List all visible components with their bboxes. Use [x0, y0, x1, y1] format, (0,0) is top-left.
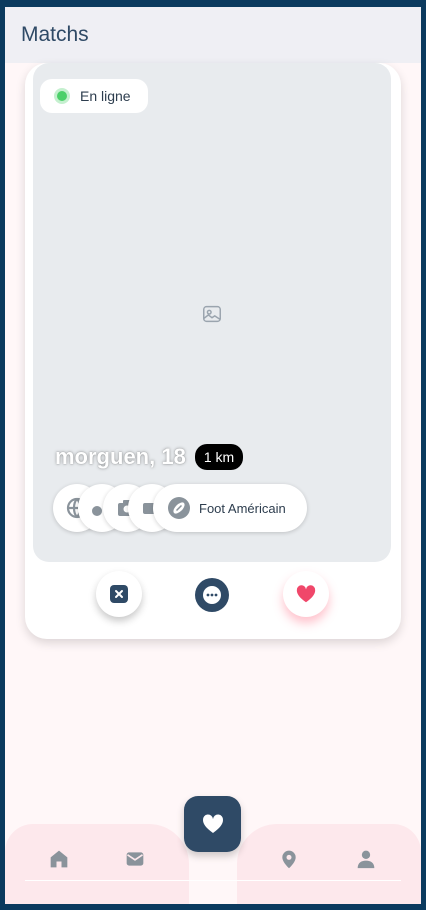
like-button[interactable]	[283, 571, 329, 617]
dismiss-button[interactable]	[96, 571, 142, 617]
image-placeholder-icon	[203, 305, 221, 323]
heart-icon	[296, 585, 316, 603]
app-screen: Matchs En ligne morguen, 18 1 km Foot Am…	[5, 7, 421, 904]
matches-fab-button[interactable]	[184, 796, 241, 852]
football-icon	[168, 497, 190, 519]
bottom-nav-left	[5, 824, 189, 904]
close-icon	[110, 585, 128, 603]
bottom-nav-right	[237, 824, 421, 904]
heart-icon	[202, 814, 223, 833]
mail-icon[interactable]	[125, 849, 145, 869]
bottom-nav-divider	[25, 880, 401, 881]
location-icon[interactable]	[279, 849, 299, 869]
profile-name-age: morguen, 18	[55, 444, 186, 469]
status-label: En ligne	[80, 88, 131, 104]
profile-photo[interactable]: En ligne morguen, 18 1 km Foot Américain	[33, 63, 391, 562]
interest-label: Foot Américain	[199, 500, 286, 516]
interest-chips: Foot Américain	[53, 484, 313, 534]
online-status-badge: En ligne	[40, 79, 148, 113]
online-dot-icon	[54, 88, 70, 104]
distance-badge: 1 km	[194, 444, 244, 470]
card-actions	[25, 571, 401, 621]
home-icon[interactable]	[49, 849, 69, 869]
page-title: Matchs	[21, 23, 89, 46]
user-icon[interactable]	[356, 849, 376, 869]
profile-name-row: morguen, 18 1 km	[55, 444, 244, 470]
top-app-bar: Matchs	[5, 7, 421, 63]
chat-button[interactable]	[195, 578, 229, 612]
chat-bubble-icon	[203, 586, 221, 604]
interest-chip-football[interactable]: Foot Américain	[153, 484, 307, 532]
profile-card[interactable]: En ligne morguen, 18 1 km Foot Américain	[25, 63, 401, 639]
